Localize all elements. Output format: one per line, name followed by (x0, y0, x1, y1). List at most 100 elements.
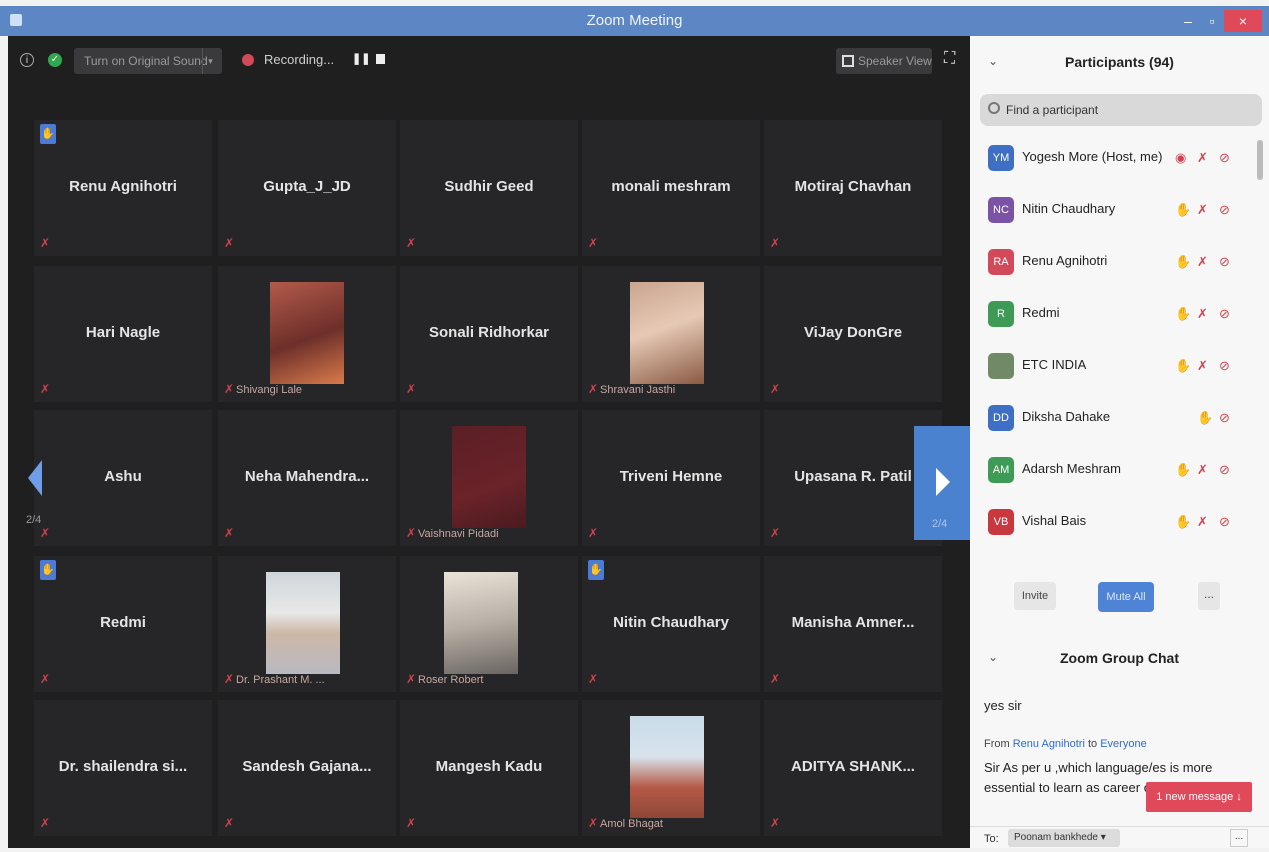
participant-search[interactable]: Find a participant (980, 94, 1262, 126)
chat-more-button[interactable]: ... (1230, 829, 1248, 847)
muted-mic-icon: ✗ (1197, 150, 1208, 165)
video-tile[interactable]: ViJay DonGre ✗ (764, 266, 942, 402)
video-tile[interactable]: Neha Mahendra... ✗ (218, 410, 396, 546)
video-tile[interactable]: ✋ Redmi ✗ (34, 556, 212, 692)
info-icon[interactable]: i (20, 53, 34, 67)
pause-recording-icon[interactable]: ❚❚ (352, 52, 370, 66)
arrow-right-icon (936, 468, 950, 496)
recipient-name: Everyone (1100, 738, 1147, 750)
video-tile[interactable]: ✗ Shivangi Lale (218, 266, 396, 402)
previous-page-button[interactable] (28, 460, 42, 502)
avatar: YM (988, 145, 1014, 171)
participant-row[interactable]: RA Renu Agnihotri ✋ ✗ ⊘ (970, 236, 1269, 288)
video-tile[interactable]: ✋ Renu Agnihotri ✗ (34, 120, 212, 256)
participant-name: Renu Agnihotri (1022, 253, 1108, 268)
muted-mic-icon: ✗ (224, 236, 235, 250)
video-off-icon: ⊘ (1219, 306, 1230, 321)
video-tile[interactable]: Triveni Hemne ✗ (582, 410, 760, 546)
video-tile[interactable]: Mangesh Kadu ✗ (400, 700, 578, 836)
mute-all-button[interactable]: Mute All (1098, 582, 1154, 612)
recipient-dropdown[interactable]: Poonam bankhede ▾ (1008, 829, 1120, 847)
participant-name: Sandesh Gajana... (242, 758, 372, 775)
participant-name: Diksha Dahake (1022, 409, 1111, 424)
side-panel: ⌄ Participants (94) Find a participant Y… (970, 36, 1269, 848)
muted-mic-icon: ✗ (406, 236, 417, 250)
participant-name: monali meshram (611, 178, 731, 195)
video-tile[interactable]: ✗ Shravani Jasthi (582, 266, 760, 402)
maximize-button[interactable]: ▫ (1200, 10, 1224, 32)
muted-mic-icon: ✗ (1197, 254, 1208, 269)
page-indicator-left: 2/4 (26, 514, 42, 526)
participant-name: Sudhir Geed (444, 178, 534, 195)
sender-name: Renu Agnihotri (1012, 738, 1085, 750)
muted-mic-icon: ✗ (1197, 358, 1208, 373)
video-tile[interactable]: Ashu ✗ (34, 410, 212, 546)
video-tile[interactable]: Sonali Ridhorkar ✗ (400, 266, 578, 402)
participant-row[interactable]: AM Adarsh Meshram ✋ ✗ ⊘ (970, 444, 1269, 496)
participant-name: ViJay DonGre (803, 324, 903, 341)
video-tile[interactable]: Manisha Amner... ✗ (764, 556, 942, 692)
video-tile[interactable]: ADITYA SHANK... ✗ (764, 700, 942, 836)
participant-name: Gupta_J_JD (263, 178, 351, 195)
raised-hand-icon: ✋ (1175, 254, 1192, 269)
participant-name: Renu Agnihotri (69, 178, 177, 195)
chevron-down-icon[interactable]: ▾ (202, 48, 218, 74)
avatar: RA (988, 249, 1014, 275)
original-sound-label: Turn on Original Sound (84, 54, 208, 68)
participant-name: Motiraj Chavhan (794, 178, 912, 195)
minimize-button[interactable]: – (1176, 10, 1200, 32)
participant-name: Adarsh Meshram (1022, 461, 1121, 476)
participant-name: Yogesh More (Host, me) (1022, 149, 1163, 164)
stop-recording-icon[interactable] (376, 54, 385, 64)
video-tile[interactable]: ✋ Nitin Chaudhary ✗ (582, 556, 760, 692)
chat-message: yes sir (984, 698, 1022, 713)
video-tile[interactable]: ✗ Amol Bhagat (582, 700, 760, 836)
video-tile[interactable]: ✗ Roser Robert (400, 556, 578, 692)
to-label: To: (984, 833, 999, 845)
video-tile[interactable]: Motiraj Chavhan ✗ (764, 120, 942, 256)
participant-row[interactable]: YM Yogesh More (Host, me) ◉ ✗ ⊘ (970, 132, 1269, 184)
video-tile[interactable]: Sudhir Geed ✗ (400, 120, 578, 256)
video-tile[interactable]: ✗ Vaishnavi Pidadi (400, 410, 578, 546)
participant-name: Triveni Hemne (619, 468, 723, 485)
muted-mic-icon: ✗ (588, 816, 599, 830)
muted-mic-icon: ✗ (588, 236, 599, 250)
video-tile[interactable]: Dr. shailendra si... ✗ (34, 700, 212, 836)
more-options-button[interactable]: ... (1198, 582, 1220, 610)
video-tile[interactable]: ✗ Dr. Prashant M. ... (218, 556, 396, 692)
chat-recipient-bar: To: Poonam bankhede ▾ ... (970, 826, 1269, 848)
raised-hand-icon: ✋ (1175, 514, 1192, 529)
participant-label: Vaishnavi Pidadi (418, 528, 499, 540)
avatar: R (988, 301, 1014, 327)
muted-mic-icon: ✗ (770, 382, 781, 396)
participant-row[interactable]: ETC INDIA ✋ ✗ ⊘ (970, 340, 1269, 392)
invite-button[interactable]: Invite (1014, 582, 1056, 610)
next-page-button[interactable]: 2/4 (914, 426, 970, 540)
participant-row[interactable]: DD Diksha Dahake ✋ ⊘ (970, 392, 1269, 444)
participant-row[interactable]: R Redmi ✋ ✗ ⊘ (970, 288, 1269, 340)
participant-row[interactable]: NC Nitin Chaudhary ✋ ✗ ⊘ (970, 184, 1269, 236)
video-tile[interactable]: Hari Nagle ✗ (34, 266, 212, 402)
participant-row[interactable]: VB Vishal Bais ✋ ✗ ⊘ (970, 496, 1269, 548)
avatar: AM (988, 457, 1014, 483)
original-sound-button[interactable]: Turn on Original Sound ▾ (74, 48, 222, 74)
speaker-view-button[interactable]: Speaker View (836, 48, 932, 74)
video-off-icon: ⊘ (1219, 254, 1230, 269)
participant-name: Sonali Ridhorkar (428, 324, 550, 341)
video-tile[interactable]: Gupta_J_JD ✗ (218, 120, 396, 256)
participant-name: Nitin Chaudhary (1022, 201, 1116, 216)
muted-mic-icon: ✗ (770, 236, 781, 250)
new-message-button[interactable]: 1 new message ↓ (1146, 782, 1252, 812)
window-title: Zoom Meeting (586, 12, 683, 29)
shield-icon[interactable]: ✓ (48, 53, 62, 67)
fullscreen-icon[interactable]: ⛶ (944, 50, 962, 70)
video-tile[interactable]: monali meshram ✗ (582, 120, 760, 256)
raised-hand-icon: ✋ (588, 560, 604, 580)
video-tile[interactable]: Sandesh Gajana... ✗ (218, 700, 396, 836)
page-indicator-right: 2/4 (932, 518, 948, 530)
participant-name: Mangesh Kadu (435, 758, 543, 775)
close-button[interactable]: × (1224, 10, 1262, 32)
participants-header: ⌄ Participants (94) (970, 50, 1269, 76)
participant-name: ETC INDIA (1022, 357, 1087, 372)
participant-scrollbar[interactable] (1257, 140, 1263, 180)
